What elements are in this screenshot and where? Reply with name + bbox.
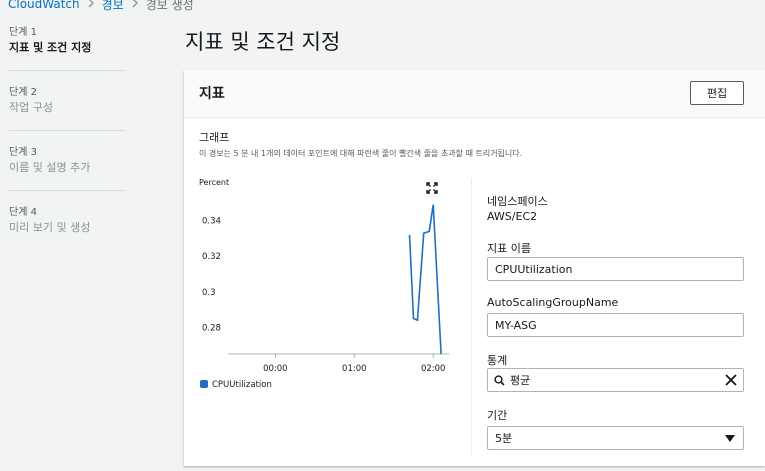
page-title: 지표 및 조건 지정 — [185, 30, 341, 54]
step-3[interactable]: 단계 3 이름 및 설명 추가 — [9, 146, 125, 191]
y-axis-label: Percent — [199, 178, 229, 187]
x-tick-label: 02:00 — [421, 364, 446, 374]
metric-chart: Percent 0.28 0.3 0.32 0.34 00:00 01:00 02:00 CPU… — [199, 178, 449, 390]
y-tick-label: 0.32 — [202, 252, 221, 262]
panel-header: 지표 편집 — [184, 70, 765, 118]
statistic-search-input[interactable]: 평균 — [487, 368, 744, 392]
asg-value: MY-ASG — [495, 318, 537, 332]
statistic-label: 통계 — [487, 354, 508, 367]
y-tick-label: 0.28 — [202, 323, 221, 333]
y-tick-label: 0.3 — [202, 288, 216, 298]
breadcrumb-alarms[interactable]: 경보 — [102, 0, 124, 13]
wizard-steps: 단계 1 지표 및 조건 지정 단계 2 작업 구성 단계 3 이름 및 설명 … — [9, 26, 125, 265]
period-value: 5분 — [495, 432, 513, 445]
metric-name-value: CPUUtilization — [495, 262, 573, 276]
caret-down-icon — [725, 435, 735, 442]
edit-button[interactable]: 편집 — [690, 81, 744, 105]
period-label: 기간 — [487, 409, 508, 422]
graph-description: 이 경보는 5 분 내 1개의 데이터 포인트에 대해 파란색 줄이 빨간색 줄… — [199, 149, 523, 158]
chevron-right-icon — [131, 0, 139, 11]
breadcrumb-cloudwatch[interactable]: CloudWatch — [8, 0, 80, 11]
series-line-cpuutilization — [408, 204, 442, 355]
panel-divider — [471, 178, 472, 456]
step-number: 단계 2 — [9, 87, 37, 98]
step-2[interactable]: 단계 2 작업 구성 — [9, 86, 125, 131]
y-tick-label: 0.34 — [202, 217, 221, 227]
metric-name-label: 지표 이름 — [487, 242, 531, 255]
period-select[interactable]: 5분 — [487, 426, 744, 450]
x-tick-label: 00:00 — [263, 364, 288, 374]
search-icon — [488, 374, 510, 386]
step-number: 단계 4 — [9, 207, 37, 218]
asg-label: AutoScalingGroupName — [487, 296, 619, 309]
step-4[interactable]: 단계 4 미리 보기 및 생성 — [9, 206, 125, 250]
step-number: 단계 3 — [9, 147, 37, 158]
namespace-value: AWS/EC2 — [487, 210, 538, 223]
statistic-value: 평균 — [510, 374, 531, 387]
step-title: 미리 보기 및 생성 — [9, 221, 91, 234]
x-tick-label: 01:00 — [342, 364, 367, 374]
legend-label: CPUUtilization — [212, 380, 272, 390]
breadcrumb: CloudWatch 경보 경보 생성 — [8, 0, 194, 12]
step-1[interactable]: 단계 1 지표 및 조건 지정 — [9, 26, 125, 71]
metric-name-field[interactable]: CPUUtilization — [487, 257, 744, 281]
step-title: 작업 구성 — [9, 101, 53, 114]
asg-field[interactable]: MY-ASG — [487, 313, 744, 337]
step-title: 이름 및 설명 추가 — [9, 161, 91, 174]
clear-icon[interactable] — [723, 372, 739, 388]
chevron-right-icon — [87, 0, 95, 11]
panel-title: 지표 — [199, 86, 225, 102]
metric-panel: 지표 편집 그래프 이 경보는 5 분 내 1개의 데이터 포인트에 대해 파란… — [184, 70, 765, 466]
graph-title: 그래프 — [199, 131, 230, 144]
step-number: 단계 1 — [9, 27, 37, 38]
namespace-label: 네임스페이스 — [487, 195, 548, 208]
breadcrumb-create-alarm: 경보 생성 — [145, 0, 194, 12]
step-title: 지표 및 조건 지정 — [9, 41, 92, 54]
legend-swatch — [200, 380, 208, 388]
